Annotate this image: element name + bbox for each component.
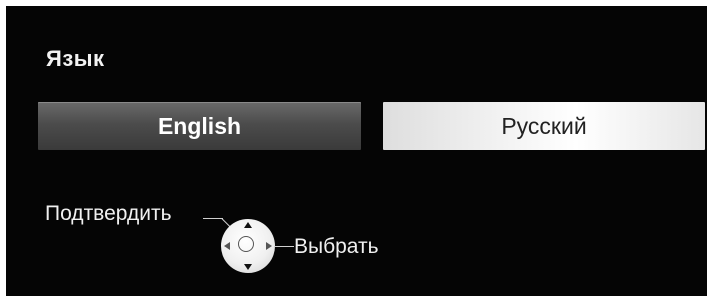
dpad-icon: [221, 219, 275, 273]
select-hint: Выбрать: [294, 235, 379, 258]
arrow-right-icon: [266, 242, 272, 250]
confirm-hint: Подтвердить: [45, 202, 172, 225]
arrow-down-icon: [244, 264, 252, 270]
tv-menu-screen: Язык English Русский Подтвердить Выбрать: [6, 6, 707, 296]
language-option-english[interactable]: English: [38, 102, 361, 150]
language-option-label: English: [157, 112, 242, 139]
select-leader-line: [274, 246, 294, 247]
arrow-up-icon: [244, 222, 252, 228]
language-option-label: Русский: [501, 112, 587, 139]
page-title: Язык: [46, 46, 105, 71]
enter-button-icon: [238, 236, 254, 252]
arrow-left-icon: [224, 242, 230, 250]
language-option-russian[interactable]: Русский: [383, 102, 705, 150]
